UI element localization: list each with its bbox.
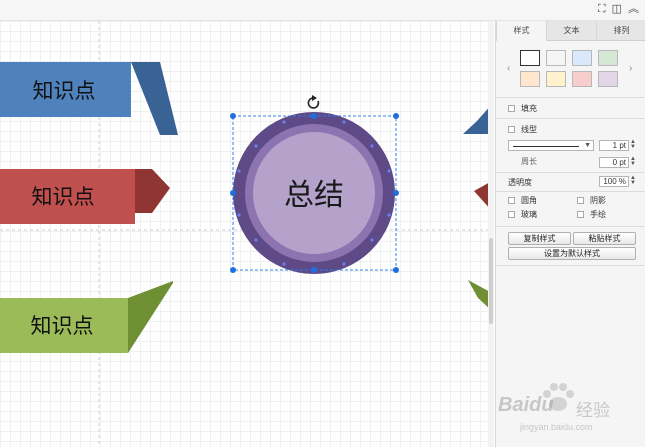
top-bar: ⛶ ◫ ︽ [0, 0, 645, 21]
style-swatch-4[interactable] [598, 50, 618, 66]
shadow-label: 阴影 [590, 196, 606, 205]
card-1-side [131, 62, 178, 135]
opacity-label: 透明度 [508, 178, 532, 187]
connection-point[interactable] [237, 213, 241, 217]
fill-checkbox[interactable] [508, 105, 515, 112]
panel-tabs: 样式 文本 排列 [496, 21, 645, 41]
watermark-brand: Baidu [498, 394, 554, 416]
connection-point[interactable] [387, 169, 391, 173]
set-default-style-button[interactable]: 设置为默认样式 [508, 247, 636, 260]
line-width-input[interactable]: 1 pt [599, 140, 629, 151]
connection-point[interactable] [254, 238, 258, 242]
card-3-top [128, 281, 173, 353]
summary-circle[interactable]: 总结 [233, 112, 395, 274]
card-3-label: 知识点 [31, 314, 94, 338]
paste-style-button[interactable]: 粘贴样式 [573, 232, 636, 245]
copy-style-button[interactable]: 复制样式 [508, 232, 571, 245]
glass-checkbox[interactable] [508, 211, 515, 218]
shadow-checkbox[interactable] [577, 197, 584, 204]
top-icons: ⛶ ◫ ︽ [598, 3, 639, 16]
handle-left[interactable] [230, 190, 236, 196]
handle-bottom-left[interactable] [230, 267, 236, 273]
chevron-down-icon: ▼ [584, 142, 591, 149]
divider [496, 265, 645, 266]
card-1-label: 知识点 [33, 79, 96, 103]
card-2-label: 知识点 [32, 185, 95, 209]
fill-label: 填充 [521, 104, 537, 113]
sketch-checkbox[interactable] [577, 211, 584, 218]
divider [496, 172, 645, 173]
opacity-input[interactable]: 100 % [599, 176, 629, 187]
tab-text[interactable]: 文本 [546, 21, 596, 41]
line-style-preview [513, 146, 579, 147]
knowledge-card-1[interactable]: 知识点 [0, 62, 178, 135]
chevron-left-icon[interactable]: ‹ [507, 63, 510, 74]
panel-toggle-icon[interactable]: ◫ [612, 3, 622, 16]
perimeter-input[interactable]: 0 pt [599, 157, 629, 168]
canvas-scrollbar-track[interactable] [488, 21, 494, 447]
style-swatch-5[interactable] [520, 71, 540, 87]
glass-label: 玻璃 [521, 210, 537, 219]
connection-point[interactable] [254, 144, 258, 148]
divider [496, 226, 645, 227]
diagram-svg: 知识点 知识点 知识点 总结 [0, 21, 492, 447]
connection-point[interactable] [342, 120, 346, 124]
chevron-right-icon[interactable]: › [629, 63, 632, 74]
canvas-scrollbar-thumb[interactable] [489, 238, 493, 324]
style-swatch-8[interactable] [598, 71, 618, 87]
connection-point[interactable] [282, 120, 286, 124]
watermark-suffix: 经验 [576, 401, 610, 421]
watermark-url: jingyan.baidu.com [520, 422, 593, 432]
style-swatch-2[interactable] [546, 50, 566, 66]
knowledge-card-2[interactable]: 知识点 [0, 169, 170, 224]
style-swatch-1[interactable] [520, 50, 540, 66]
style-swatch-6[interactable] [546, 71, 566, 87]
connection-point[interactable] [387, 213, 391, 217]
divider [496, 97, 645, 98]
collapse-up-icon[interactable]: ︽ [628, 3, 639, 16]
style-swatch-7[interactable] [572, 71, 592, 87]
connection-point[interactable] [342, 262, 346, 266]
connection-point[interactable] [237, 169, 241, 173]
rounded-checkbox[interactable] [508, 197, 515, 204]
sketch-label: 手绘 [590, 210, 606, 219]
tab-style[interactable]: 样式 [496, 21, 546, 41]
handle-right[interactable] [393, 190, 399, 196]
watermark: Baidu 经验 jingyan.baidu.com [498, 380, 638, 440]
handle-top-left[interactable] [230, 113, 236, 119]
line-width-stepper[interactable]: ▲ ▼ [630, 139, 636, 150]
perimeter-label: 周长 [521, 157, 537, 166]
handle-bottom-right[interactable] [393, 267, 399, 273]
handle-top[interactable] [311, 113, 317, 119]
fit-icon[interactable]: ⛶ [598, 3, 606, 16]
knowledge-card-3[interactable]: 知识点 [0, 281, 173, 353]
card-2-side [135, 169, 170, 213]
diagram-canvas[interactable]: 知识点 知识点 知识点 总结 [0, 21, 492, 447]
line-label: 线型 [521, 125, 537, 134]
rounded-label: 圆角 [521, 196, 537, 205]
summary-label: 总结 [284, 178, 344, 213]
handle-top-right[interactable] [393, 113, 399, 119]
rotate-icon[interactable] [307, 95, 320, 109]
line-checkbox[interactable] [508, 126, 515, 133]
line-style-select[interactable]: ▼ [508, 140, 594, 151]
connection-point[interactable] [370, 238, 374, 242]
opacity-stepper[interactable]: ▲ ▼ [630, 175, 636, 186]
tab-arrange[interactable]: 排列 [596, 21, 645, 41]
style-swatches [520, 50, 624, 87]
perimeter-stepper[interactable]: ▲ ▼ [630, 156, 636, 167]
handle-bottom[interactable] [311, 267, 317, 273]
connection-point[interactable] [282, 262, 286, 266]
divider [496, 191, 645, 192]
connection-point[interactable] [370, 144, 374, 148]
style-swatch-3[interactable] [572, 50, 592, 66]
divider [496, 118, 645, 119]
